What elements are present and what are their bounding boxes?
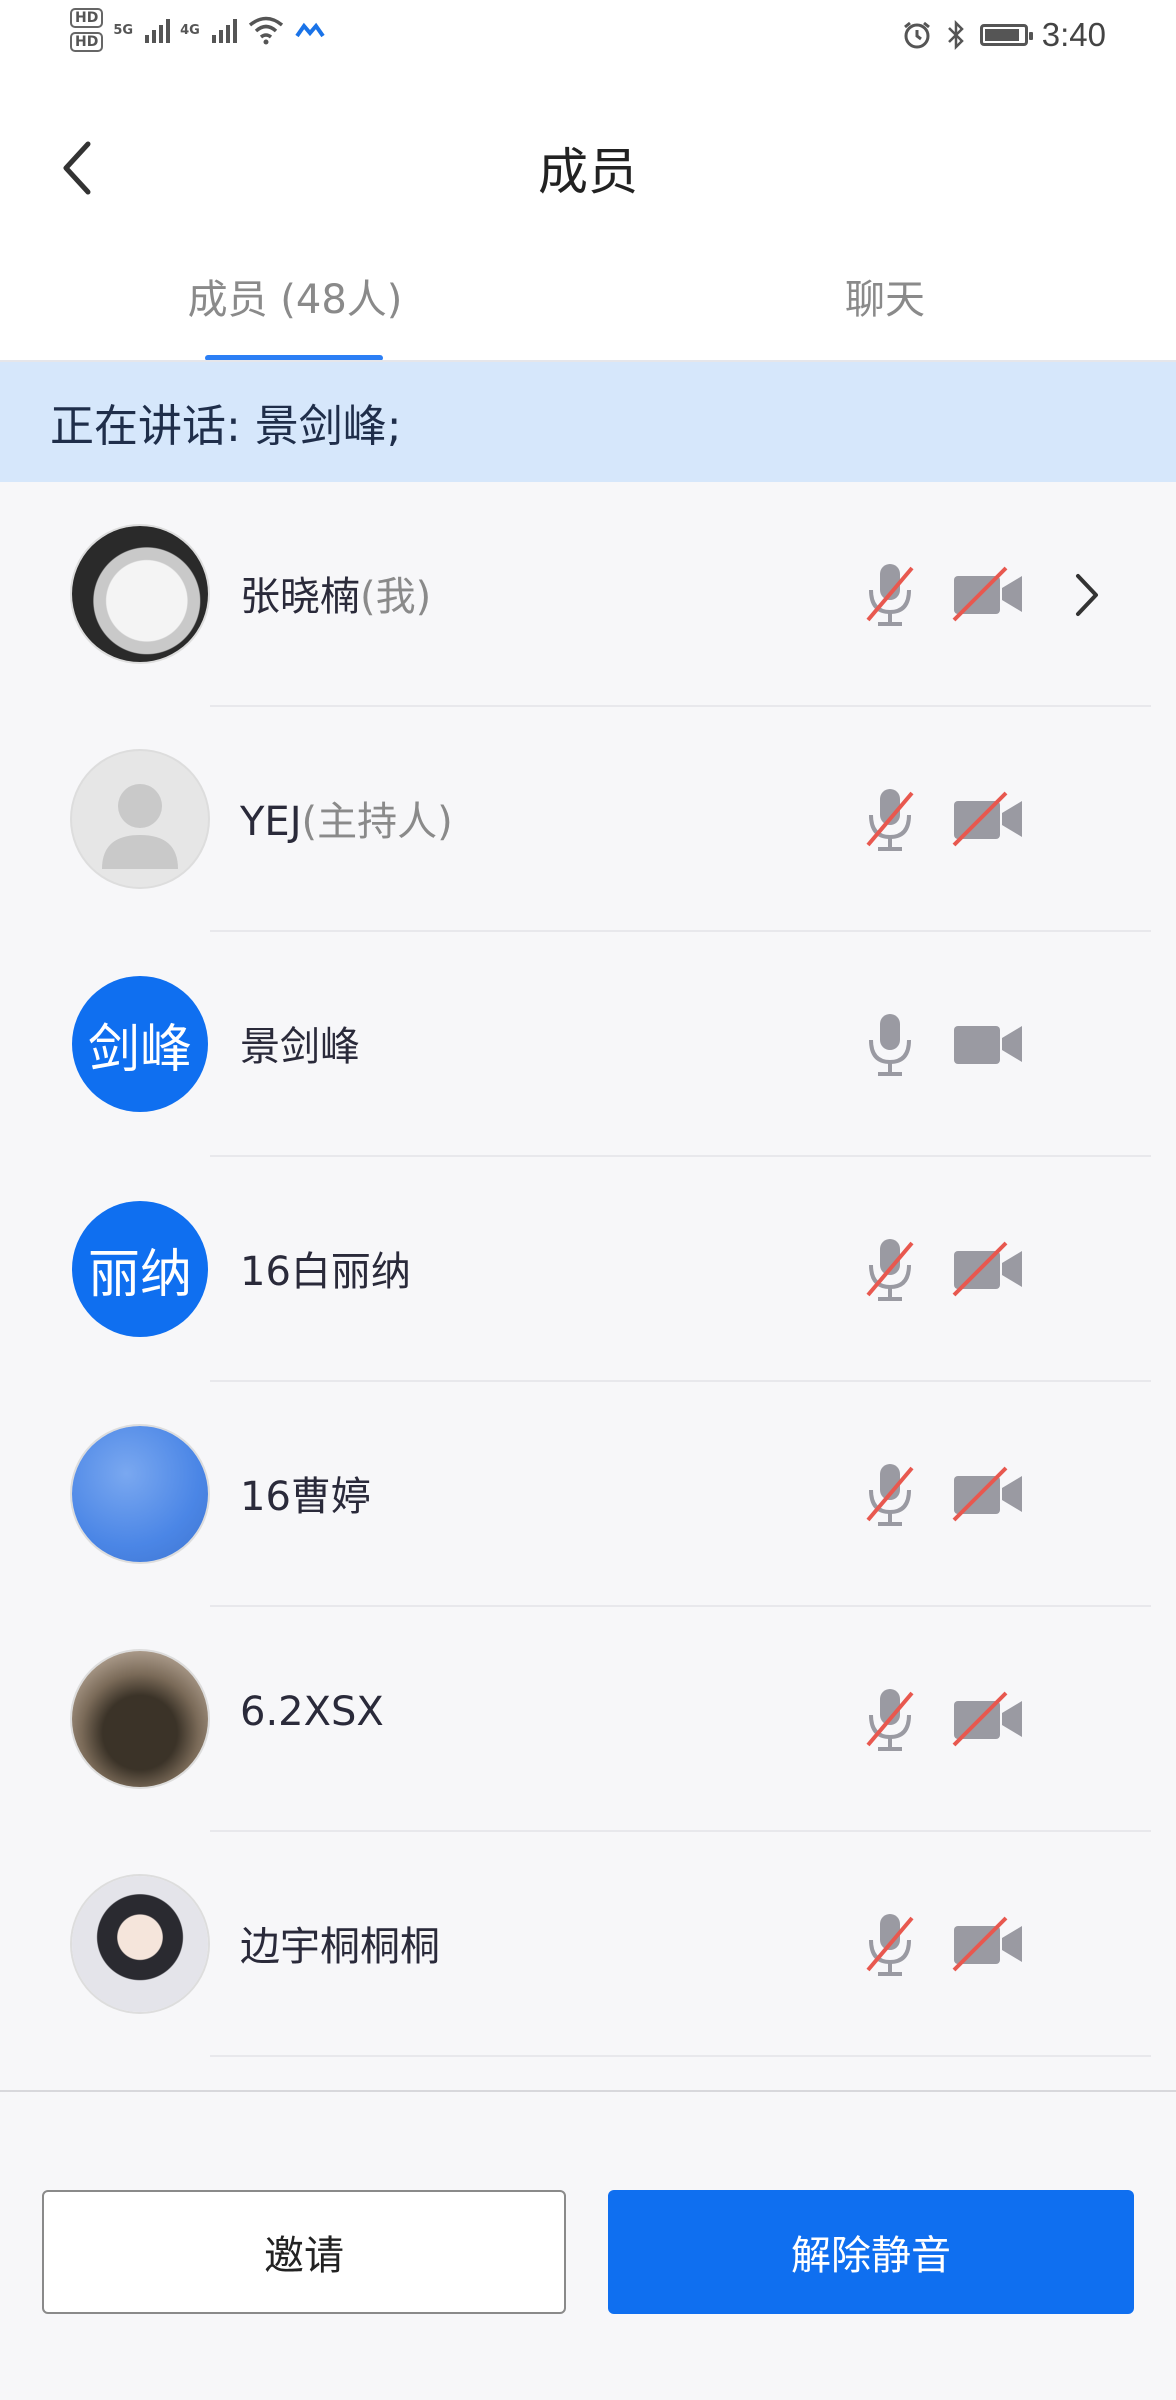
member-role: (我) [360, 574, 432, 620]
member-name: YEJ(主持人) [240, 799, 453, 845]
member-row[interactable]: 16曹婷 [0, 1382, 1176, 1607]
mic-muted-icon[interactable] [862, 1235, 918, 1303]
speaking-text: 正在讲话: 景剑峰; [50, 401, 402, 452]
mic-muted-icon[interactable] [862, 785, 918, 853]
wifi-icon [248, 16, 283, 45]
chevron-right-icon[interactable] [1072, 570, 1102, 620]
avatar [72, 1426, 208, 1562]
status-time: 3:40 [1041, 16, 1106, 53]
signal-label-1: 5G [113, 22, 134, 38]
hd-indicators: HD HD [70, 8, 104, 52]
app-header: 成员 成员 (48人) 聊天 [0, 72, 1176, 362]
member-name: 边宇桐桐桐 [240, 1924, 440, 1970]
battery-icon [979, 24, 1033, 46]
camera-off-icon[interactable] [952, 791, 1024, 847]
status-right: 3:40 [902, 16, 1106, 54]
camera-off-icon[interactable] [952, 1691, 1024, 1747]
member-row[interactable]: 剑峰 景剑峰 [0, 932, 1176, 1157]
camera-off-icon[interactable] [952, 566, 1024, 622]
app-notification-icon [295, 22, 325, 38]
avatar: 剑峰 [72, 976, 208, 1112]
avatar [72, 1876, 208, 2012]
member-name: 6.2XSX [240, 1689, 384, 1735]
mic-muted-icon[interactable] [862, 560, 918, 628]
default-avatar [72, 751, 208, 887]
avatar [72, 1651, 208, 1787]
status-left: HD HD 5G 4G [70, 8, 325, 52]
bottom-action-bar: 邀请 解除静音 [0, 2092, 1176, 2400]
avatar [72, 526, 208, 662]
member-list: 张晓楠(我) YEJ(主持人) 剑峰 景剑峰 丽纳 16白丽纳 16曹婷 6.2… [0, 482, 1176, 2057]
member-row[interactable]: 边宇桐桐桐 [0, 1832, 1176, 2057]
status-bar: HD HD 5G 4G 3:40 [0, 0, 1176, 72]
hd-badge-1: HD [70, 8, 104, 28]
mic-icon[interactable] [862, 1010, 918, 1078]
mic-muted-icon[interactable] [862, 1685, 918, 1753]
invite-button[interactable]: 邀请 [42, 2190, 566, 2314]
member-row[interactable]: YEJ(主持人) [0, 707, 1176, 932]
member-name: 景剑峰 [240, 1024, 360, 1070]
camera-off-icon[interactable] [952, 1916, 1024, 1972]
member-name: 张晓楠(我) [240, 574, 432, 620]
member-name: 16白丽纳 [240, 1249, 411, 1295]
member-row[interactable]: 张晓楠(我) [0, 482, 1176, 707]
signal-bars-icon [145, 17, 171, 43]
person-icon [102, 784, 178, 869]
member-name: 16曹婷 [240, 1474, 371, 1520]
member-row[interactable]: 丽纳 16白丽纳 [0, 1157, 1176, 1382]
bluetooth-icon [947, 19, 964, 51]
page-title: 成员 [538, 143, 638, 201]
signal-bars-icon [211, 17, 237, 43]
camera-off-icon[interactable] [952, 1466, 1024, 1522]
camera-off-icon[interactable] [952, 1241, 1024, 1297]
mic-muted-icon[interactable] [862, 1460, 918, 1528]
alarm-icon [903, 21, 930, 49]
avatar: 丽纳 [72, 1201, 208, 1337]
unmute-button[interactable]: 解除静音 [608, 2190, 1134, 2314]
member-role: (主持人) [301, 799, 453, 845]
signal-label-2: 4G [180, 22, 200, 38]
member-row[interactable]: 6.2XSX [0, 1607, 1176, 1832]
speaking-banner: 正在讲话: 景剑峰; [0, 362, 1176, 482]
hd-badge-2: HD [70, 32, 104, 52]
row-divider [210, 2055, 1151, 2057]
mic-muted-icon[interactable] [862, 1910, 918, 1978]
camera-icon[interactable] [952, 1016, 1024, 1072]
tab-members[interactable]: 成员 (48人) [150, 267, 440, 325]
tab-chat[interactable]: 聊天 [740, 267, 1030, 325]
